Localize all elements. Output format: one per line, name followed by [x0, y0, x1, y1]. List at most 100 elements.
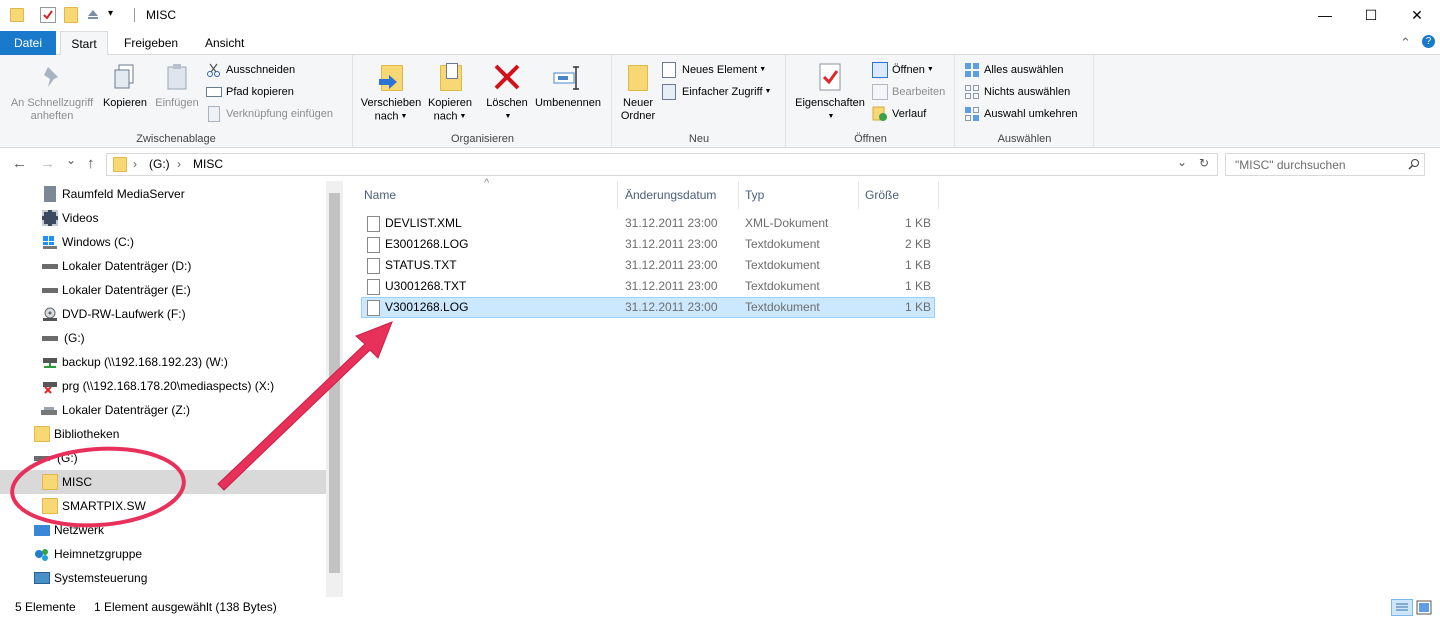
back-button[interactable]: ←	[12, 155, 27, 172]
nav-item-homegroup[interactable]: Heimnetzgruppe	[0, 542, 326, 566]
paste-icon	[161, 61, 193, 93]
up-button[interactable]: ↑	[87, 155, 95, 172]
easy-access-icon	[662, 84, 676, 100]
file-row[interactable]: DEVLIST.XML 31.12.2011 23:00 XML-Dokumen…	[361, 213, 935, 234]
file-type: Textdokument	[745, 300, 820, 314]
file-type: Textdokument	[745, 237, 820, 251]
select-all-button[interactable]: Alles auswählen	[964, 60, 1064, 80]
column-header-type[interactable]: Typ	[739, 181, 859, 209]
file-row[interactable]: STATUS.TXT 31.12.2011 23:00 Textdokument…	[361, 255, 935, 276]
customize-quick-access-icon[interactable]: ▾	[108, 8, 113, 26]
search-placeholder: "MISC" durchsuchen	[1235, 158, 1346, 172]
file-row[interactable]: E3001268.LOG 31.12.2011 23:00 Textdokume…	[361, 234, 935, 255]
eject-quick-access-icon[interactable]	[86, 7, 100, 21]
nav-item-misc[interactable]: MISC	[0, 470, 326, 494]
edit-icon	[872, 84, 888, 100]
nav-item-windows-c[interactable]: Windows (C:)	[0, 230, 326, 254]
nav-item-videos[interactable]: Videos	[0, 206, 326, 230]
forward-button[interactable]: →	[40, 155, 55, 172]
nav-item-raumfeld[interactable]: Raumfeld MediaServer	[0, 182, 326, 206]
copy-path-button[interactable]: Pfad kopieren	[206, 82, 294, 102]
recent-locations-button[interactable]: ⌄	[66, 153, 76, 167]
cut-label: Ausschneiden	[226, 64, 296, 76]
collapse-ribbon-icon[interactable]: ⌃	[1400, 35, 1411, 51]
tab-file[interactable]: Datei	[0, 31, 56, 55]
new-group: Neuer Ordner Neues Element ▼ Einfacher Zu…	[613, 55, 786, 148]
nav-item-backup-w[interactable]: backup (\\192.168.192.23) (W:)	[0, 350, 326, 374]
nav-pane-scrollbar-thumb[interactable]	[329, 193, 340, 573]
navigation-bar: ← → ⌄ ↑ › (G:) › MISC ⌄ ↻ "MISC" durchsu…	[0, 148, 1440, 181]
shortcut-icon	[208, 106, 220, 122]
column-header-name[interactable]: Name	[358, 181, 618, 209]
pin-quick-access-button[interactable]: An Schnellzugriff anheften	[4, 61, 100, 123]
paste-shortcut-button[interactable]: Verknüpfung einfügen	[206, 104, 333, 124]
delete-button[interactable]: Löschen ▼	[482, 61, 532, 123]
file-row-selected[interactable]: V3001268.LOG 31.12.2011 23:00 Textdokume…	[361, 297, 935, 318]
minimize-button[interactable]: —	[1302, 0, 1348, 30]
address-dropdown-icon[interactable]: ⌄	[1177, 155, 1187, 169]
cut-button[interactable]: Ausschneiden	[206, 60, 295, 80]
address-bar[interactable]: › (G:) › MISC ⌄ ↻	[106, 153, 1218, 176]
file-date: 31.12.2011 23:00	[625, 237, 718, 251]
tab-share[interactable]: Freigeben	[114, 31, 188, 55]
details-view-icon[interactable]	[1391, 599, 1413, 616]
easy-access-button[interactable]: Einfacher Zugriff ▼	[662, 82, 771, 102]
close-button[interactable]: ✕	[1394, 0, 1440, 30]
nav-item-libraries[interactable]: Bibliotheken	[0, 422, 326, 446]
file-name: DEVLIST.XML	[385, 216, 462, 230]
invert-selection-button[interactable]: Auswahl umkehren	[964, 104, 1078, 124]
copy-button[interactable]: Kopieren	[100, 61, 150, 110]
nav-pane-scrollbar[interactable]	[326, 181, 343, 597]
history-button[interactable]: Verlauf	[872, 104, 926, 124]
nav-item-drive-d[interactable]: Lokaler Datenträger (D:)	[0, 254, 326, 278]
column-header-date[interactable]: Änderungsdatum	[619, 181, 739, 209]
maximize-button[interactable]: ☐	[1348, 0, 1394, 30]
column-header-size[interactable]: Größe	[859, 181, 939, 209]
breadcrumb-folder[interactable]: MISC	[193, 157, 223, 171]
search-icon[interactable]	[1408, 158, 1420, 173]
refresh-icon[interactable]: ↻	[1199, 156, 1209, 170]
copy-icon	[109, 61, 141, 93]
edit-button[interactable]: Bearbeiten	[872, 82, 945, 102]
tab-view[interactable]: Ansicht	[195, 31, 254, 55]
new-folder-label-line2: Ordner	[620, 110, 656, 122]
status-bar: 5 Elemente 1 Element ausgewählt (138 Byt…	[0, 597, 1440, 619]
file-row[interactable]: U3001268.TXT 31.12.2011 23:00 Textdokume…	[361, 276, 935, 297]
folder-icon	[10, 8, 24, 22]
file-type: Textdokument	[745, 279, 820, 293]
nav-item-drive-g-tree[interactable]: (G:)	[0, 446, 326, 470]
nav-item-control-panel[interactable]: Systemsteuerung	[0, 566, 326, 590]
nav-item-smartpix[interactable]: SMARTPIX.SW	[0, 494, 326, 518]
new-group-label: Neu	[688, 133, 710, 145]
rename-button[interactable]: Umbenennen	[532, 61, 604, 110]
breadcrumb-separator[interactable]: ›	[133, 157, 137, 171]
open-button[interactable]: Öffnen ▼	[872, 60, 934, 80]
nav-item-dvd-f[interactable]: DVD-RW-Laufwerk (F:)	[0, 302, 326, 326]
nav-item-drive-e[interactable]: Lokaler Datenträger (E:)	[0, 278, 326, 302]
new-folder-quick-access-icon[interactable]	[64, 7, 78, 23]
move-to-button[interactable]: Verschieben nach ▼	[358, 61, 424, 123]
select-none-button[interactable]: Nichts auswählen	[964, 82, 1070, 102]
search-box[interactable]: "MISC" durchsuchen	[1225, 153, 1425, 176]
new-folder-button[interactable]: Neuer Ordner	[615, 61, 661, 123]
nav-item-network[interactable]: Netzwerk	[0, 518, 326, 542]
nav-item-label: SMARTPIX.SW	[62, 499, 146, 513]
properties-quick-access-icon[interactable]	[40, 7, 56, 23]
nav-item-label: Videos	[62, 211, 99, 225]
properties-button[interactable]: Eigenschaften ▼	[791, 61, 869, 123]
nav-item-drive-g[interactable]: (G:)	[0, 326, 326, 350]
tab-start[interactable]: Start	[60, 31, 108, 56]
paste-button[interactable]: Einfügen	[152, 61, 202, 110]
large-icons-view-icon[interactable]	[1416, 600, 1432, 615]
breadcrumb-drive[interactable]: (G:)	[149, 157, 170, 171]
nav-item-drive-z[interactable]: Lokaler Datenträger (Z:)	[0, 398, 326, 422]
breadcrumb-separator[interactable]: ›	[177, 157, 181, 171]
text-file-icon	[367, 279, 380, 295]
open-dropdown-icon: ▼	[926, 66, 934, 74]
new-item-button[interactable]: Neues Element ▼	[662, 60, 766, 80]
file-date: 31.12.2011 23:00	[625, 279, 718, 293]
nav-item-label: backup (\\192.168.192.23) (W:)	[62, 355, 228, 369]
nav-item-prg-x[interactable]: prg (\\192.168.178.20\mediaspects) (X:)	[0, 374, 326, 398]
copy-to-button[interactable]: Kopieren nach ▼	[424, 61, 476, 123]
help-icon[interactable]: ?	[1422, 35, 1435, 48]
